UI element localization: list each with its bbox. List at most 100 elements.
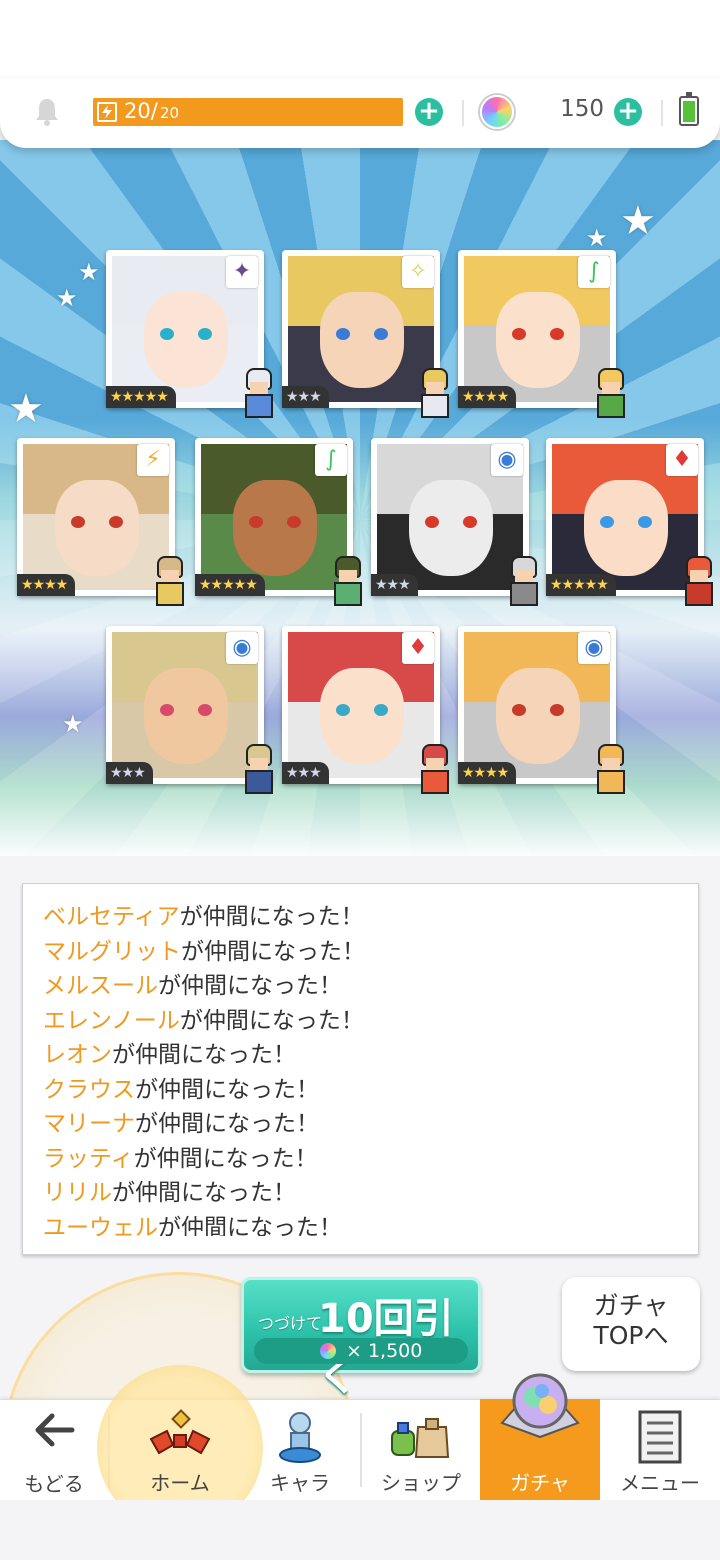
log-line: マルグリットが仲間になった！	[43, 935, 683, 970]
pixel-sprite-icon	[151, 556, 189, 606]
sparkle-star-icon: ★	[62, 710, 84, 738]
gacha-result-screen: ★ ★ ★ ★ ★ ★ ✦ ★★★★★ ✧ ★★★ ∫ ★★★★ ⚡ ★★★★ ∫ ★★★★★ ◉ ★…	[0, 0, 720, 1560]
nav-shop[interactable]: ショップ	[362, 1399, 480, 1500]
water-element-icon: ◉	[491, 444, 523, 476]
divider	[661, 100, 663, 126]
log-line: ユーウェルが仲間になった！	[43, 1211, 683, 1237]
log-suffix: が仲間になった！	[158, 973, 342, 999]
result-card[interactable]: ∫ ★★★★★	[195, 438, 360, 604]
pixel-sprite-icon	[592, 368, 630, 418]
character-name: ベルセティア	[43, 904, 180, 930]
log-suffix: が仲間になった！	[112, 1180, 296, 1206]
gem-icon	[480, 95, 514, 129]
pixel-sprite-icon	[505, 556, 543, 606]
result-card[interactable]: ✧ ★★★	[282, 250, 447, 416]
character-icon	[279, 1412, 321, 1463]
nav-menu[interactable]: メニュー	[600, 1399, 720, 1500]
log-line: マリーナが仲間になった！	[43, 1107, 683, 1142]
dark-element-icon: ✦	[226, 256, 258, 288]
result-card[interactable]: ♦ ★★★	[282, 626, 447, 792]
rarity-stars: ★★★★★	[546, 574, 616, 596]
log-line: メルスールが仲間になった！	[43, 969, 683, 1004]
log-suffix: が仲間になった！	[135, 1111, 319, 1137]
rarity-stars: ★★★★	[458, 386, 517, 408]
result-card[interactable]: ◉ ★★★★	[458, 626, 623, 792]
stamina-max: 20	[160, 104, 180, 122]
pixel-sprite-icon	[329, 556, 367, 606]
sparkle-star-icon: ★	[8, 386, 44, 432]
bottom-safe-area	[0, 1500, 720, 1560]
gacha-top-button[interactable]: ガチャ TOPへ	[562, 1277, 700, 1371]
character-name: メルスール	[43, 973, 158, 999]
rarity-stars: ★★★	[106, 762, 153, 784]
log-line: リリルが仲間になった！	[43, 1176, 683, 1211]
sparkle-star-icon: ★	[586, 224, 608, 252]
pixel-sprite-icon	[592, 744, 630, 794]
nav-menu-label: メニュー	[620, 1471, 700, 1495]
gacha-top-label-2: TOPへ	[593, 1321, 669, 1350]
log-scroll-area[interactable]: ベルセティアが仲間になった！ マルグリットが仲間になった！ メルスールが仲間になった…	[43, 900, 683, 1236]
character-name: クラウス	[43, 1076, 135, 1103]
stamina-bolt-icon	[97, 102, 117, 122]
light-element-icon: ✧	[402, 256, 434, 288]
log-suffix: が仲間になった！	[181, 938, 365, 965]
log-line: エレンノールが仲間になった！	[43, 1004, 683, 1039]
add-stamina-button[interactable]: +	[415, 98, 443, 126]
stamina-bar: 20/ 20	[93, 98, 403, 126]
nav-shop-label: ショップ	[381, 1471, 461, 1495]
stamina-current: 20/	[124, 99, 158, 123]
log-suffix: が仲間になった！	[112, 1042, 296, 1068]
result-message-log[interactable]: ベルセティアが仲間になった！ マルグリットが仲間になった！ メルスールが仲間になった…	[22, 883, 699, 1255]
pixel-sprite-icon	[680, 556, 718, 606]
gem-icon	[320, 1343, 336, 1359]
nav-chara-label: キャラ	[270, 1471, 330, 1495]
fire-element-icon: ♦	[402, 632, 434, 664]
character-name: ラッティ	[43, 1145, 134, 1172]
rarity-stars: ★★★★	[458, 762, 517, 784]
rarity-stars: ★★★	[282, 386, 329, 408]
bottom-navigation-items: ホーム キャラ ショップ ガチャ メニュー	[0, 1373, 720, 1500]
pull-prefix: つづけて	[258, 1314, 323, 1333]
sparkle-star-icon: ★	[620, 198, 656, 244]
character-name: マルグリット	[43, 938, 181, 965]
menu-list-icon	[638, 1410, 682, 1464]
rarity-stars: ★★★★★	[106, 386, 176, 408]
log-line: レオンが仲間になった！	[43, 1038, 683, 1073]
sparkle-star-icon: ★	[56, 284, 78, 312]
pixel-sprite-icon	[240, 744, 278, 794]
divider	[462, 100, 464, 126]
add-gem-button[interactable]: +	[614, 98, 642, 126]
pixel-sprite-icon	[416, 744, 454, 794]
result-card[interactable]: ✦ ★★★★★	[106, 250, 271, 416]
thunder-element-icon: ⚡	[137, 444, 169, 476]
character-name: ユーウェル	[43, 1214, 158, 1237]
wind-element-icon: ∫	[578, 256, 610, 288]
nav-gacha[interactable]: ガチャ	[480, 1373, 600, 1500]
water-element-icon: ◉	[578, 632, 610, 664]
gacha-result-stage: ★ ★ ★ ★ ★ ★ ✦ ★★★★★ ✧ ★★★ ∫ ★★★★ ⚡ ★★★★ ∫ ★★★★★ ◉ ★…	[0, 140, 720, 856]
gem-count: 150	[560, 96, 604, 122]
battery-icon	[679, 92, 699, 126]
notification-bell-icon[interactable]	[32, 96, 62, 128]
result-card[interactable]: ∫ ★★★★	[458, 250, 623, 416]
rarity-stars: ★★★★	[17, 574, 76, 596]
nav-chara[interactable]: キャラ	[240, 1399, 360, 1500]
character-name: エレンノール	[43, 1007, 180, 1034]
shop-icon	[391, 1418, 450, 1458]
result-card[interactable]: ⚡ ★★★★	[17, 438, 182, 604]
pull-cost: × 1,500	[346, 1340, 423, 1362]
log-line: ベルセティアが仲間になった！	[43, 900, 683, 935]
water-element-icon: ◉	[226, 632, 258, 664]
result-card[interactable]: ♦ ★★★★★	[546, 438, 711, 604]
gacha-orb-icon	[500, 1373, 580, 1439]
character-name: レオン	[43, 1042, 112, 1068]
resource-bar: 20/ 20 + 150 +	[0, 78, 720, 148]
log-line: ラッティが仲間になった！	[43, 1142, 683, 1177]
result-card[interactable]: ◉ ★★★	[106, 626, 271, 792]
rarity-stars: ★★★	[282, 762, 329, 784]
pull-10-again-button[interactable]: つづけて 10回引く × 1,500	[241, 1277, 481, 1400]
nav-home[interactable]: ホーム	[120, 1399, 240, 1500]
log-suffix: が仲間になった！	[133, 1145, 318, 1172]
log-suffix: が仲間になった！	[135, 1076, 319, 1103]
result-card[interactable]: ◉ ★★★	[371, 438, 536, 604]
